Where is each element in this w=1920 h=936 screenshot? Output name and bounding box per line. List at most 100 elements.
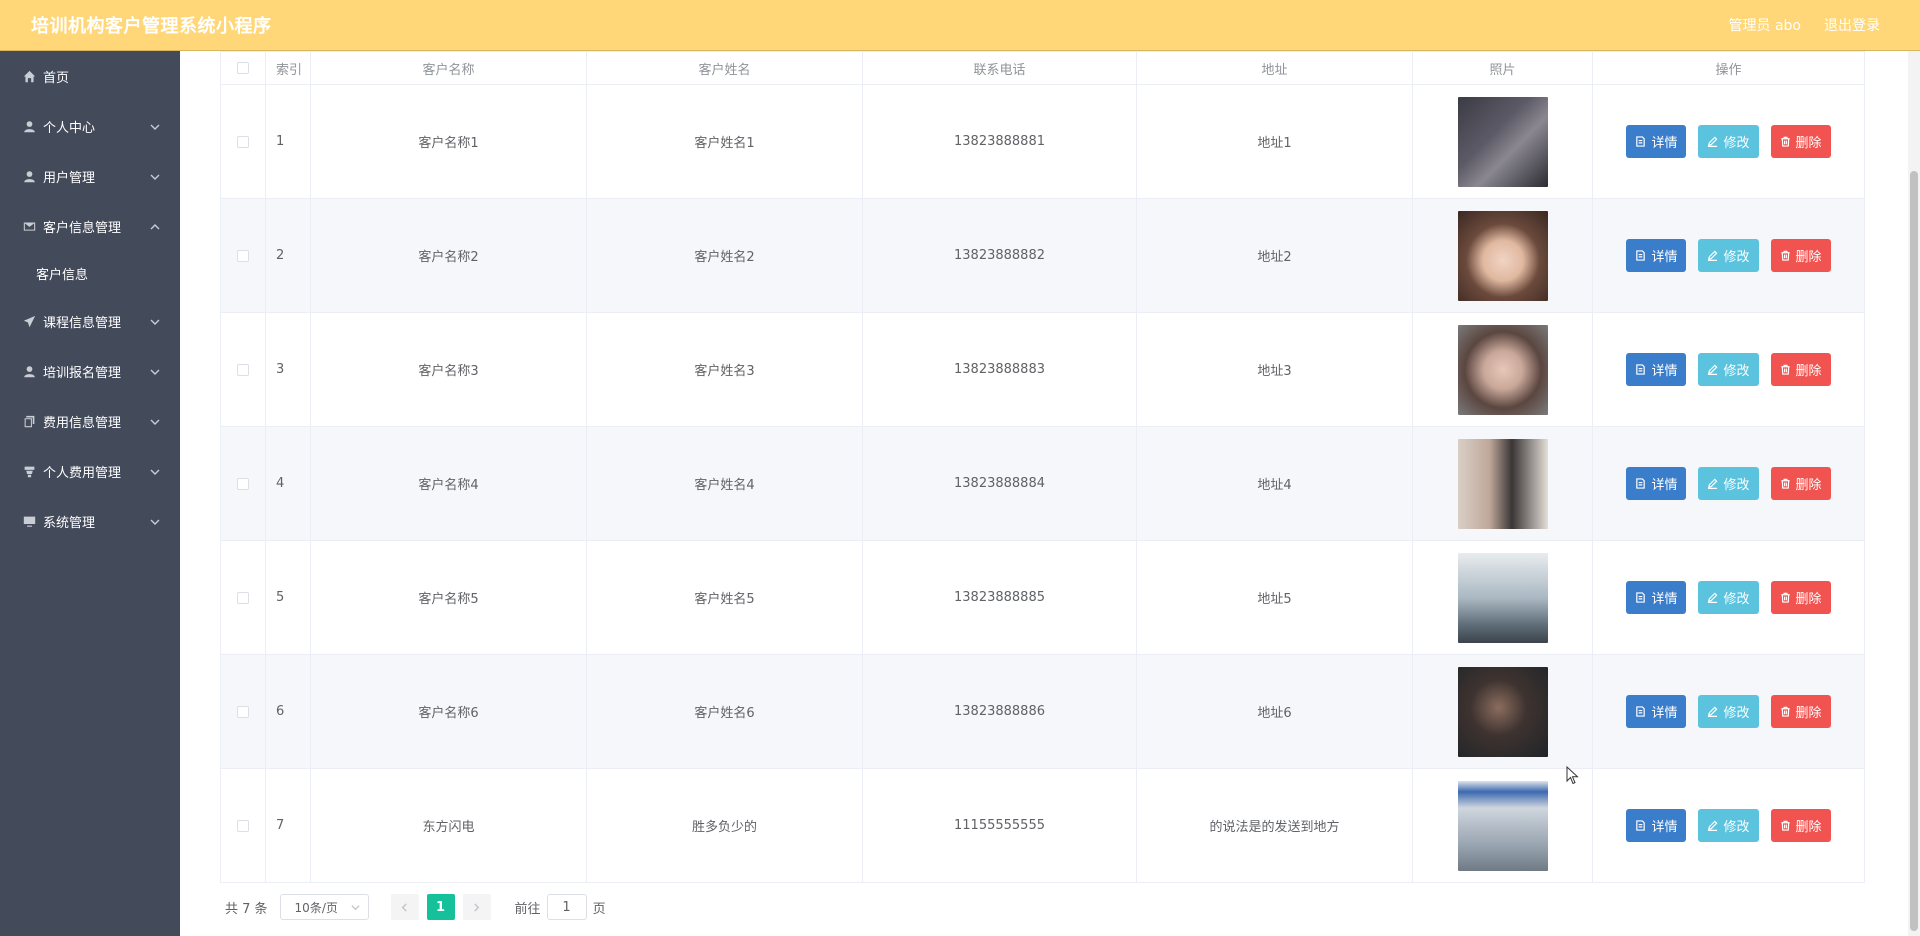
customer-photo[interactable] — [1457, 666, 1548, 757]
top-header: 培训机构客户管理系统小程序 管理员 abo 退出登录 — [0, 0, 1920, 51]
pencil-icon — [1708, 820, 1718, 831]
customer-photo[interactable] — [1457, 552, 1548, 643]
sidebar-subitem-label: 客户信息 — [36, 268, 89, 283]
logout-button[interactable]: 退出登录 — [1824, 15, 1880, 35]
cell-address: 的说法是的发送到地方 — [1136, 768, 1413, 883]
delete-button[interactable]: 删除 — [1770, 353, 1831, 386]
cell-index: 5 — [265, 540, 311, 655]
edit-button[interactable]: 修改 — [1698, 239, 1759, 272]
row-checkbox[interactable] — [237, 705, 249, 718]
row-select-cell[interactable] — [220, 540, 266, 655]
trash-icon — [1780, 592, 1790, 603]
row-select-cell[interactable] — [220, 84, 266, 199]
vertical-scrollbar[interactable] — [1908, 51, 1920, 936]
delete-button-label: 删除 — [1795, 477, 1822, 492]
app-title: 培训机构客户管理系统小程序 — [31, 16, 272, 37]
select-all-cell[interactable] — [220, 51, 266, 85]
edit-button-label: 修改 — [1723, 477, 1750, 492]
detail-button[interactable]: 详情 — [1626, 695, 1687, 728]
row-checkbox[interactable] — [237, 591, 249, 604]
mouse-cursor-icon — [1566, 766, 1579, 785]
row-checkbox[interactable] — [237, 249, 249, 262]
sidebar-item-course-info-management[interactable]: 课程信息管理 — [0, 296, 180, 346]
delete-button[interactable]: 删除 — [1770, 809, 1831, 842]
page-size-select[interactable]: 10条/页 — [279, 894, 369, 920]
cell-address: 地址2 — [1136, 198, 1413, 313]
row-select-cell[interactable] — [220, 654, 266, 769]
sidebar-item-label: 课程信息管理 — [43, 315, 122, 331]
next-page-button[interactable] — [462, 894, 491, 920]
chevron-down-icon — [150, 516, 160, 526]
cell-actions: 详情 修改 删除 — [1592, 198, 1865, 313]
edit-button[interactable]: 修改 — [1698, 695, 1759, 728]
row-select-cell[interactable] — [220, 768, 266, 883]
detail-button[interactable]: 详情 — [1626, 125, 1687, 158]
sidebar-item-label: 费用信息管理 — [43, 415, 122, 431]
detail-button[interactable]: 详情 — [1626, 467, 1687, 500]
row-select-cell[interactable] — [220, 312, 266, 427]
document-icon — [1636, 364, 1646, 375]
cell-customer-person: 客户姓名2 — [586, 198, 863, 313]
customer-photo[interactable] — [1457, 324, 1548, 415]
chevron-down-icon — [150, 366, 160, 376]
edit-button[interactable]: 修改 — [1698, 467, 1759, 500]
edit-button[interactable]: 修改 — [1698, 809, 1759, 842]
row-select-cell[interactable] — [220, 426, 266, 541]
customer-table: 索引 客户名称 客户姓名 联系电话 地址 照片 操作 1 客户名称1 客户姓名1 13… — [220, 51, 1865, 883]
sidebar-item-training-enrollment-management[interactable]: 培训报名管理 — [0, 346, 180, 396]
chevron-down-icon — [150, 316, 160, 326]
delete-button[interactable]: 删除 — [1770, 125, 1831, 158]
sidebar-item-user-management[interactable]: 用户管理 — [0, 151, 180, 201]
table-row: 6 客户名称6 客户姓名6 13823888886 地址6 详情 修改 删除 — [220, 654, 1865, 769]
edit-button[interactable]: 修改 — [1698, 353, 1759, 386]
row-checkbox[interactable] — [237, 135, 249, 148]
delete-button[interactable]: 删除 — [1770, 581, 1831, 614]
row-checkbox[interactable] — [237, 477, 249, 490]
row-select-cell[interactable] — [220, 198, 266, 313]
row-checkbox[interactable] — [237, 819, 249, 832]
edit-button[interactable]: 修改 — [1698, 581, 1759, 614]
delete-button[interactable]: 删除 — [1770, 239, 1831, 272]
detail-button[interactable]: 详情 — [1626, 581, 1687, 614]
chevron-down-icon — [351, 904, 360, 910]
goto-page-input[interactable] — [546, 894, 587, 920]
sidebar-item-personal-center[interactable]: 个人中心 — [0, 101, 180, 151]
document-icon — [1636, 478, 1646, 489]
cell-photo — [1412, 312, 1593, 427]
header-actions: 操作 — [1592, 51, 1865, 85]
page-number-current[interactable]: 1 — [426, 894, 455, 920]
user-icon — [22, 169, 36, 183]
delete-button-label: 删除 — [1795, 705, 1822, 720]
admin-user-label[interactable]: 管理员 abo — [1729, 15, 1801, 35]
customer-photo[interactable] — [1457, 210, 1548, 301]
customer-photo[interactable] — [1457, 780, 1548, 871]
detail-button[interactable]: 详情 — [1626, 239, 1687, 272]
sidebar-item-system-management[interactable]: 系统管理 — [0, 496, 180, 546]
page-size-value: 10条/页 — [294, 900, 338, 915]
delete-button[interactable]: 删除 — [1770, 467, 1831, 500]
edit-button[interactable]: 修改 — [1698, 125, 1759, 158]
detail-button[interactable]: 详情 — [1626, 353, 1687, 386]
select-all-checkbox[interactable] — [237, 62, 249, 74]
send-icon — [22, 314, 36, 328]
scrollbar-thumb[interactable] — [1910, 171, 1918, 931]
customer-photo[interactable] — [1457, 96, 1548, 187]
delete-button-label: 删除 — [1795, 249, 1822, 264]
sidebar-item-fee-info-management[interactable]: 费用信息管理 — [0, 396, 180, 446]
delete-button[interactable]: 删除 — [1770, 695, 1831, 728]
cell-index: 4 — [265, 426, 311, 541]
sidebar-item-home[interactable]: 首页 — [0, 51, 180, 101]
document-icon — [1636, 592, 1646, 603]
edit-button-label: 修改 — [1723, 249, 1750, 264]
trash-icon — [1780, 478, 1790, 489]
prev-page-button[interactable] — [390, 894, 419, 920]
cell-actions: 详情 修改 删除 — [1592, 654, 1865, 769]
detail-button[interactable]: 详情 — [1626, 809, 1687, 842]
edit-button-label: 修改 — [1723, 135, 1750, 150]
sidebar-subitem-customer-info[interactable]: 客户信息 — [0, 251, 180, 296]
sidebar-item-label: 培训报名管理 — [43, 365, 122, 381]
sidebar-item-customer-info-management[interactable]: 客户信息管理 — [0, 201, 180, 251]
customer-photo[interactable] — [1457, 438, 1548, 529]
sidebar-item-personal-fee-management[interactable]: 个人费用管理 — [0, 446, 180, 496]
row-checkbox[interactable] — [237, 363, 249, 376]
